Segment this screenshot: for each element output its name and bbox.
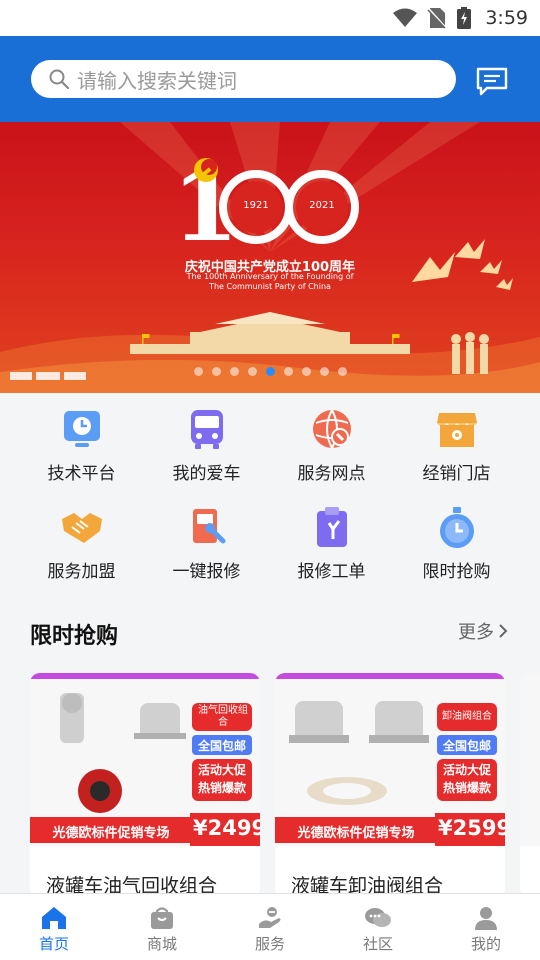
shortcut-label: 报修工单 (297, 562, 366, 582)
tab-label: 首页 (38, 935, 69, 953)
pager-dot[interactable] (337, 367, 347, 376)
pager-dot[interactable] (283, 367, 293, 376)
repair-wrench-icon (192, 509, 225, 544)
chevron-right-icon (499, 624, 508, 638)
tab-mine[interactable]: 我的 (432, 894, 540, 960)
shortcut-label: 限时抢购 (422, 562, 491, 582)
shortcut-my-car[interactable]: 我的爱车 (144, 407, 269, 484)
tab-mall[interactable]: 商城 (108, 894, 216, 960)
tab-home[interactable]: 首页 (0, 894, 108, 960)
tab-community[interactable]: 社区 (324, 894, 432, 960)
pager-dot[interactable] (265, 367, 275, 376)
product-promo-banner: 光德欧标件促销专场 (297, 826, 415, 841)
timer-icon (439, 507, 474, 548)
shortcut-dealer-stores[interactable]: 经销门店 (394, 407, 519, 484)
search-input[interactable]: 请输入搜索关键词 (31, 60, 456, 98)
product-tag-top: 卸油阀组合 (442, 711, 492, 722)
product-card-partial[interactable] (520, 673, 540, 898)
shortcut-flash-sale[interactable]: 限时抢购 (394, 505, 519, 582)
shortcut-label: 我的爱车 (172, 464, 241, 484)
product-tag-bottom: 活动大促 热销爆款 (197, 763, 246, 795)
top-header: 请输入搜索关键词 (0, 36, 540, 122)
shopping-bag-icon (151, 907, 173, 929)
clipboard-icon (316, 507, 347, 547)
shortcut-label: 一键报修 (172, 562, 241, 582)
handshake-icon (61, 513, 102, 543)
status-time: 3:59 (485, 7, 528, 29)
shortcut-one-click-repair[interactable]: 一键报修 (144, 505, 269, 582)
product-card[interactable]: 卸油阀组合 全国包邮 活动大促 热销爆款 光德欧标件促销专场 ¥2599 液罐车… (275, 673, 505, 898)
more-label: 更多 (458, 622, 494, 643)
product-image (520, 673, 540, 846)
user-icon (475, 907, 497, 930)
tab-label: 商城 (146, 935, 177, 953)
banner-subline: The 100th Anniversary of the Founding of… (0, 272, 540, 292)
shortcut-service-franchise[interactable]: 服务加盟 (19, 505, 144, 582)
globe-wrench-icon (312, 409, 351, 449)
banner-year-left: 1921 (243, 200, 269, 211)
hero-banner[interactable]: 1 庆祝中国共产党成立100周年 The 100th Anniversary o… (0, 122, 540, 393)
message-icon[interactable] (475, 66, 509, 96)
tab-service[interactable]: 服务 (216, 894, 324, 960)
section-title: 限时抢购 (30, 624, 119, 649)
shortcut-repair-orders[interactable]: 报修工单 (269, 505, 394, 582)
product-card[interactable]: 油气回收组合 全国包邮 活动大促 热销爆款 光德欧标件促销专场 ¥2499 液罐… (30, 673, 260, 898)
shortcut-label: 服务网点 (297, 464, 366, 484)
clock-screen-icon (63, 411, 100, 447)
bus-icon (190, 410, 223, 449)
banner-subline-1: The 100th Anniversary of the Founding of (186, 272, 354, 281)
product-price: ¥2599 (438, 816, 505, 840)
tab-label: 社区 (362, 935, 393, 953)
product-tag-mid: 全国包邮 (442, 739, 491, 753)
bottom-tab-bar: 首页 商城 服务 社区 我的 (0, 893, 540, 960)
shortcut-tech-platform[interactable]: 技术平台 (19, 407, 144, 484)
product-tag-top: 油气回收组合 (198, 705, 248, 728)
product-promo-banner: 光德欧标件促销专场 (52, 826, 170, 841)
tab-label: 服务 (254, 935, 285, 953)
status-bar: 3:59 (0, 0, 540, 36)
more-link[interactable]: 更多 (458, 618, 508, 644)
banner-subline-2: The Communist Party of China (209, 282, 331, 291)
shortcut-label: 技术平台 (47, 464, 116, 484)
product-tag-mid: 全国包邮 (197, 739, 246, 753)
banner-year-right: 2021 (309, 200, 335, 211)
banner-pager-dots (0, 367, 540, 376)
pager-dot[interactable] (229, 367, 239, 376)
shortcut-service-points[interactable]: 服务网点 (269, 407, 394, 484)
search-placeholder: 请输入搜索关键词 (77, 68, 237, 93)
chat-bubbles-icon (365, 908, 391, 927)
shortcut-label: 服务加盟 (47, 562, 116, 582)
product-tag-bottom: 活动大促 热销爆款 (442, 763, 491, 795)
home-icon (42, 907, 66, 929)
search-icon (49, 69, 69, 89)
product-image: 卸油阀组合 全国包邮 活动大促 热销爆款 光德欧标件促销专场 ¥2599 (275, 673, 505, 846)
shortcut-grid: 技术平台 我的爱车 服务网点 经销门店 服务加盟 一键报修 报修工单 限时抢购 (0, 393, 540, 596)
pager-dot[interactable] (247, 367, 257, 376)
battery-icon (457, 7, 472, 29)
pager-dot[interactable] (193, 367, 203, 376)
store-icon (436, 413, 477, 447)
shortcut-label: 经销门店 (422, 464, 491, 484)
pager-dot[interactable] (301, 367, 311, 376)
pager-dot[interactable] (319, 367, 329, 376)
no-sim-icon (427, 7, 448, 29)
pager-dot[interactable] (211, 367, 221, 376)
service-hand-icon (259, 907, 281, 928)
product-price: ¥2499 (193, 816, 260, 840)
tab-label: 我的 (470, 935, 501, 953)
wifi-icon (393, 8, 418, 27)
product-image: 油气回收组合 全国包邮 活动大促 热销爆款 光德欧标件促销专场 ¥2499 (30, 673, 260, 846)
